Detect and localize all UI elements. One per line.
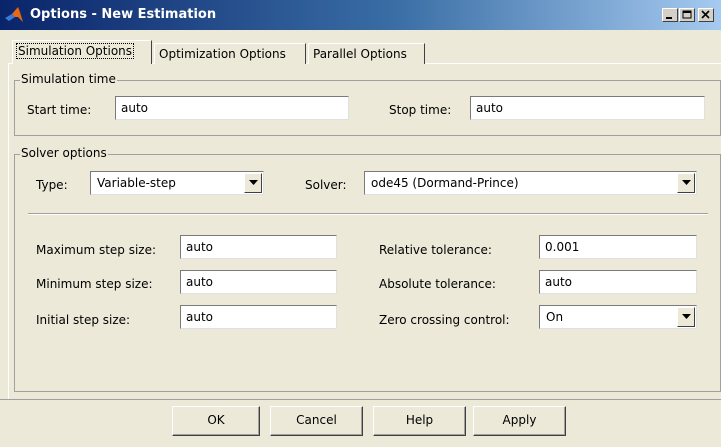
initial-step-input[interactable] bbox=[180, 305, 337, 329]
start-time-label: Start time: bbox=[27, 103, 92, 117]
chevron-down-icon[interactable] bbox=[677, 173, 695, 193]
start-time-input[interactable] bbox=[115, 96, 349, 120]
zero-crossing-dropdown[interactable]: On bbox=[539, 305, 697, 329]
type-value: Variable-step bbox=[97, 176, 176, 190]
zero-crossing-label: Zero crossing control: bbox=[379, 313, 510, 327]
ok-button[interactable]: OK bbox=[172, 406, 260, 436]
chevron-down-icon[interactable] bbox=[677, 307, 695, 327]
max-step-label: Maximum step size: bbox=[36, 243, 157, 257]
solver-label: Solver: bbox=[305, 178, 347, 192]
solver-options-legend: Solver options bbox=[20, 146, 108, 160]
tab-simulation-options[interactable]: Simulation Options bbox=[12, 40, 152, 64]
minimize-icon[interactable] bbox=[662, 8, 678, 22]
type-label: Type: bbox=[36, 178, 68, 192]
absolute-tolerance-label: Absolute tolerance: bbox=[379, 277, 496, 291]
options-dialog: Options - New Estimation Simulation Opti… bbox=[0, 0, 721, 447]
solver-value: ode45 (Dormand-Prince) bbox=[371, 176, 519, 190]
simulation-time-legend: Simulation time bbox=[20, 72, 117, 86]
stop-time-label: Stop time: bbox=[389, 103, 452, 117]
zero-crossing-value: On bbox=[546, 310, 564, 324]
initial-step-label: Initial step size: bbox=[36, 313, 131, 327]
chevron-down-icon[interactable] bbox=[244, 173, 262, 193]
tab-label: Simulation Options bbox=[15, 43, 135, 59]
apply-button[interactable]: Apply bbox=[473, 406, 566, 436]
title-bar[interactable]: Options - New Estimation bbox=[0, 0, 721, 30]
tab-label: Parallel Options bbox=[313, 47, 407, 61]
type-dropdown[interactable]: Variable-step bbox=[90, 171, 264, 195]
matlab-logo-icon bbox=[4, 5, 24, 25]
min-step-input[interactable] bbox=[180, 270, 337, 294]
absolute-tolerance-input[interactable] bbox=[539, 270, 697, 294]
max-step-input[interactable] bbox=[180, 235, 337, 259]
tab-label: Optimization Options bbox=[159, 47, 286, 61]
maximize-icon[interactable] bbox=[679, 8, 695, 22]
cancel-button[interactable]: Cancel bbox=[270, 406, 363, 436]
stop-time-input[interactable] bbox=[470, 96, 705, 120]
relative-tolerance-input[interactable] bbox=[539, 235, 697, 259]
solver-separator bbox=[28, 213, 708, 215]
solver-dropdown[interactable]: ode45 (Dormand-Prince) bbox=[364, 171, 697, 195]
relative-tolerance-label: Relative tolerance: bbox=[379, 243, 492, 257]
window-title: Options - New Estimation bbox=[30, 7, 217, 22]
tab-optimization-options[interactable]: Optimization Options bbox=[154, 43, 306, 64]
min-step-label: Minimum step size: bbox=[36, 277, 153, 291]
help-button[interactable]: Help bbox=[373, 406, 466, 436]
close-icon[interactable] bbox=[698, 8, 714, 22]
tab-parallel-options[interactable]: Parallel Options bbox=[308, 43, 425, 64]
